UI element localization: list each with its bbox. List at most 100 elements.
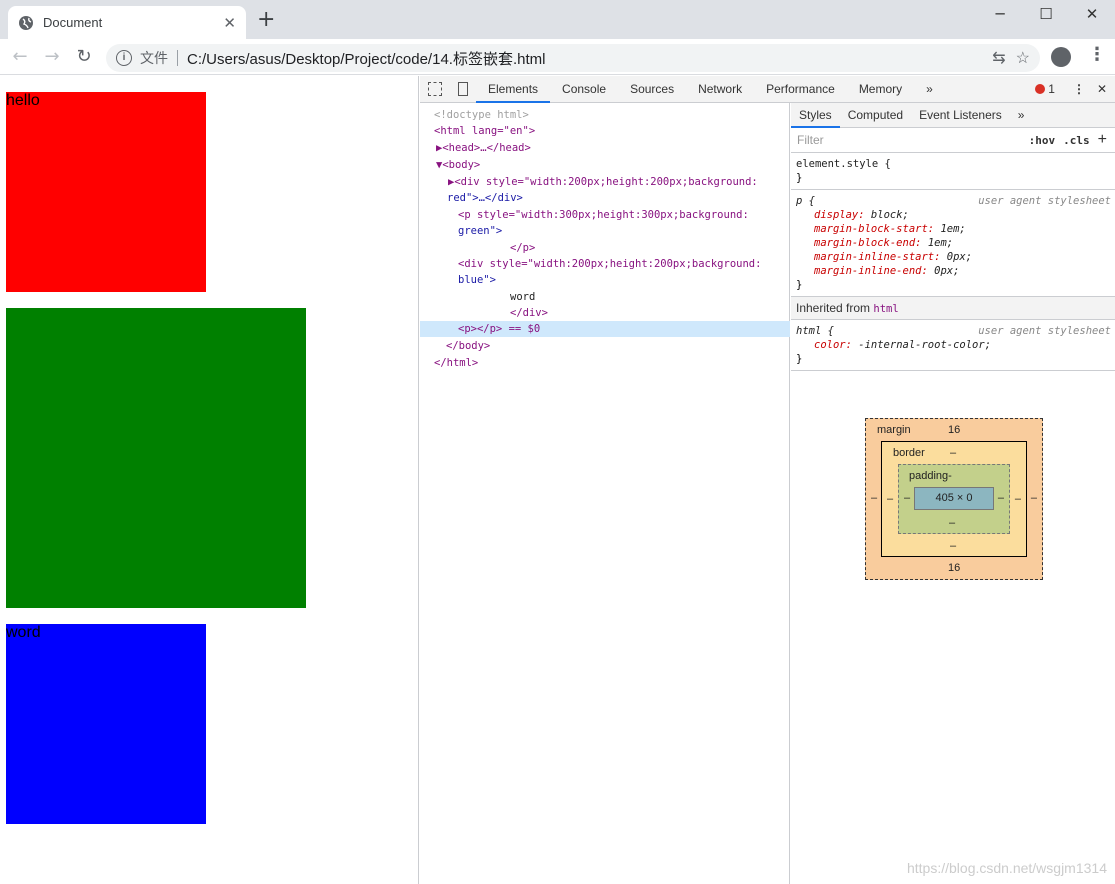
html-rule[interactable]: html { user agent stylesheet color: -int… (791, 320, 1115, 371)
border-bottom-value[interactable]: – (950, 540, 956, 552)
new-tab-button[interactable]: + (257, 9, 275, 31)
tab-strip: Document ✕ + ─ ☐ ✕ (0, 0, 1115, 39)
tab-console[interactable]: Console (550, 76, 618, 103)
margin-left-value[interactable]: – (871, 492, 877, 504)
border-left-value[interactable]: – (887, 493, 893, 505)
box-model-padding[interactable]: padding- – – – 405 × 0 (898, 464, 1010, 534)
dom-line[interactable]: </body> (420, 338, 790, 354)
dom-line[interactable]: ▶<head>…</head> (420, 140, 790, 156)
dom-line[interactable]: </html> (420, 355, 790, 371)
red-div-text: hello (6, 92, 40, 109)
dom-line[interactable]: <html lang="en"> (420, 123, 790, 139)
element-style-rule[interactable]: element.style { } (791, 153, 1115, 190)
dom-line-selected[interactable]: <p></p> == $0 (420, 321, 790, 337)
devtools-panel: Elements Console Sources Network Perform… (420, 75, 1115, 884)
dom-line[interactable]: <!doctype html> (420, 107, 790, 123)
elements-tree[interactable]: <!doctype html> <html lang="en"> ▶<head>… (420, 103, 790, 884)
style-property: color: -internal-root-color; (814, 339, 992, 351)
margin-top-value[interactable]: 16 (948, 424, 960, 436)
rule-close: } (796, 279, 803, 291)
tab-event-listeners[interactable]: Event Listeners (911, 103, 1010, 128)
tab-styles[interactable]: Styles (791, 103, 840, 128)
inherited-label: Inherited from (796, 301, 871, 315)
inherited-from-link[interactable]: html (873, 303, 898, 315)
tab-document[interactable]: Document ✕ (8, 6, 246, 39)
tab-performance[interactable]: Performance (754, 76, 847, 103)
styles-filter[interactable]: Filter :hov .cls + (791, 128, 1115, 153)
error-icon (1035, 84, 1046, 94)
style-property: margin-block-end: 1em; (814, 237, 954, 249)
profile-avatar[interactable] (1051, 47, 1071, 67)
dom-line[interactable]: </div> (420, 305, 790, 321)
browser-toolbar: ← → ↻ i 文件 C:/Users/asus/Desktop/Project… (0, 39, 1115, 75)
style-property: margin-inline-start: 0px; (814, 251, 973, 263)
html-rule-source: user agent stylesheet (978, 325, 1111, 337)
padding-bottom-value[interactable]: – (949, 517, 955, 529)
error-indicator[interactable]: 1 (1035, 82, 1055, 96)
cls-toggle[interactable]: .cls (1063, 134, 1090, 147)
back-icon[interactable]: ← (9, 46, 31, 68)
dom-line[interactable]: <p style="width:300px;height:300px;backg… (420, 207, 790, 223)
dom-line[interactable]: word (420, 289, 790, 305)
tab-elements[interactable]: Elements (476, 75, 551, 103)
bookmark-star-icon[interactable]: ☆ (1016, 48, 1030, 68)
minimize-icon[interactable]: ─ (977, 0, 1023, 28)
translate-icon[interactable]: ⇆ (992, 48, 1005, 68)
file-label: 文件 (140, 50, 168, 66)
dom-line[interactable]: blue"> (420, 272, 790, 288)
address-bar[interactable]: i 文件 C:/Users/asus/Desktop/Project/code/… (106, 44, 1040, 72)
margin-bottom-value[interactable]: 16 (948, 562, 960, 574)
filter-input[interactable]: Filter (797, 133, 824, 147)
dom-line[interactable]: <div style="width:200px;height:200px;bac… (420, 256, 790, 272)
border-label: border (893, 447, 925, 459)
style-property: margin-block-start: 1em; (814, 223, 966, 235)
element-style-selector: element.style { (796, 158, 891, 170)
box-model-margin[interactable]: margin 16 – – 16 border – – – – padding-… (865, 418, 1043, 580)
box-model-content[interactable]: 405 × 0 (914, 487, 994, 510)
tab-sources[interactable]: Sources (618, 76, 686, 103)
rule-close: } (796, 172, 803, 184)
device-toolbar-icon[interactable] (458, 82, 468, 96)
rule-close: } (796, 353, 803, 365)
tab-memory[interactable]: Memory (847, 76, 914, 103)
dom-line[interactable]: green"> (420, 223, 790, 239)
padding-left-value[interactable]: – (904, 492, 910, 504)
devtools-menu-icon[interactable]: ⋮ (1073, 82, 1085, 96)
tab-close-icon[interactable]: ✕ (223, 14, 236, 32)
margin-right-value[interactable]: – (1031, 492, 1037, 504)
dom-line[interactable]: ▶<div style="width:200px;height:200px;ba… (420, 174, 790, 190)
p-rule[interactable]: p { user agent stylesheet display: block… (791, 190, 1115, 297)
more-tabs-icon[interactable]: » (914, 76, 945, 103)
info-icon[interactable]: i (116, 50, 132, 66)
maximize-icon[interactable]: ☐ (1023, 0, 1069, 28)
error-count: 1 (1048, 82, 1055, 96)
close-window-icon[interactable]: ✕ (1069, 0, 1115, 28)
tab-computed[interactable]: Computed (840, 103, 911, 128)
inspect-element-icon[interactable] (428, 82, 442, 96)
dom-line[interactable]: red">…</div> (420, 190, 790, 206)
devtools-close-icon[interactable]: ✕ (1097, 82, 1107, 96)
reload-icon[interactable]: ↻ (73, 46, 95, 68)
green-paragraph (6, 308, 306, 608)
url-text[interactable]: C:/Users/asus/Desktop/Project/code/14.标签… (187, 48, 992, 69)
red-div: hello (6, 92, 206, 292)
forward-icon[interactable]: → (41, 46, 63, 68)
inherited-header: Inherited from html (791, 297, 1115, 320)
more-styles-tabs-icon[interactable]: » (1010, 103, 1033, 128)
add-rule-icon[interactable]: + (1098, 131, 1107, 149)
browser-menu-icon[interactable]: ⋮ (1088, 44, 1106, 65)
border-top-value[interactable]: – (950, 447, 956, 459)
styles-tabbar: Styles Computed Event Listeners » (791, 103, 1115, 128)
dom-line[interactable]: </p> (420, 240, 790, 256)
divider (177, 50, 178, 66)
hov-toggle[interactable]: :hov (1029, 134, 1056, 147)
globe-icon (19, 15, 33, 30)
page-viewport: hello word (0, 76, 419, 884)
dom-line[interactable]: ▼<body> (420, 157, 790, 173)
box-model-border[interactable]: border – – – – padding- – – – 405 × 0 (881, 441, 1027, 557)
padding-right-value[interactable]: – (998, 492, 1004, 504)
border-right-value[interactable]: – (1015, 493, 1021, 505)
blue-div-text: word (6, 624, 41, 641)
tab-network[interactable]: Network (686, 76, 754, 103)
padding-label: padding- (909, 470, 952, 482)
